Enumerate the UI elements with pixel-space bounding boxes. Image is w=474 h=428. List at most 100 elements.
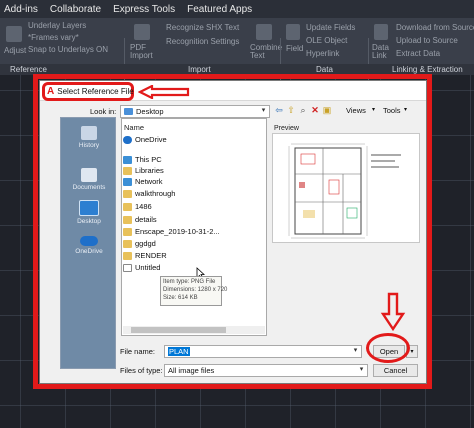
extract-data-button[interactable]: Extract Data bbox=[396, 49, 440, 58]
list-item[interactable]: OneDrive bbox=[123, 134, 266, 145]
menu-collaborate[interactable]: Collaborate bbox=[50, 4, 101, 15]
field-button[interactable]: Field bbox=[286, 44, 303, 53]
cloud-icon bbox=[80, 236, 98, 246]
pdf-import-button[interactable]: PDF Import bbox=[130, 44, 160, 60]
select-reference-file-dialog: A Select Reference File Look in: Desktop… bbox=[39, 80, 427, 384]
list-item-label: Enscape_2019-10-31-2... bbox=[135, 227, 220, 236]
files-of-type-dropdown[interactable]: All image files ▾ bbox=[164, 364, 368, 377]
computer-icon bbox=[123, 155, 132, 164]
place-documents-label: Documents bbox=[72, 184, 106, 191]
group-label-import: Import bbox=[188, 65, 211, 74]
combine-text-button[interactable]: Combine Text bbox=[250, 44, 282, 60]
tooltip-item-type: Item type: PNG File bbox=[163, 279, 216, 285]
menu-add-ins[interactable]: Add-ins bbox=[4, 4, 38, 15]
list-item[interactable]: walkthrough bbox=[123, 188, 266, 199]
tools-chevron-icon: ▾ bbox=[404, 107, 408, 113]
cancel-button[interactable]: Cancel bbox=[373, 364, 418, 377]
autocad-logo-icon: A bbox=[47, 85, 55, 97]
views-menu[interactable]: Views bbox=[346, 106, 366, 115]
preview-label: Preview bbox=[274, 125, 299, 132]
group-label-linking: Linking & Extraction bbox=[392, 65, 463, 74]
place-history-label: History bbox=[78, 142, 100, 149]
delete-icon[interactable]: ✕ bbox=[310, 105, 320, 115]
list-item-label: walkthrough bbox=[135, 189, 176, 198]
file-info-tooltip: Item type: PNG File Dimensions: 1280 x 7… bbox=[160, 276, 227, 306]
tools-menu[interactable]: Tools bbox=[383, 106, 401, 115]
list-item[interactable]: This PC bbox=[123, 154, 266, 165]
column-header-name[interactable]: Name bbox=[124, 123, 144, 132]
list-item[interactable]: RENDER bbox=[123, 250, 266, 261]
adjust-icon[interactable] bbox=[6, 26, 22, 42]
list-item[interactable]: details bbox=[123, 214, 266, 225]
place-history[interactable]: History bbox=[61, 126, 117, 149]
recognize-shx-button[interactable]: Recognize SHX Text bbox=[166, 23, 239, 32]
menu-bar: Add-ins Collaborate Express Tools Featur… bbox=[0, 0, 474, 18]
back-icon[interactable]: ⇦ bbox=[274, 105, 284, 115]
adjust-button[interactable]: Adjust bbox=[4, 46, 26, 55]
folder-icon bbox=[123, 189, 132, 198]
place-documents[interactable]: Documents bbox=[61, 168, 117, 191]
dialog-title: Select Reference File bbox=[57, 87, 134, 96]
folder-icon bbox=[123, 251, 132, 260]
download-from-source-button[interactable]: Download from Source bbox=[396, 23, 474, 32]
folder-icon bbox=[123, 227, 132, 236]
desktop-icon bbox=[124, 108, 133, 115]
list-item[interactable]: Enscape_2019-10-31-2... bbox=[123, 226, 266, 237]
look-in-label: Look in: bbox=[90, 107, 117, 116]
dialog-title-highlight: A Select Reference File bbox=[42, 82, 134, 101]
list-item[interactable]: 1486 bbox=[123, 201, 266, 212]
file-name-input[interactable]: PLAN ▾ bbox=[164, 345, 362, 358]
data-link-button[interactable]: Data Link bbox=[372, 44, 394, 60]
list-item-label: Libraries bbox=[135, 166, 164, 175]
down-arrow-icon bbox=[380, 292, 406, 332]
chevron-down-icon: ▾ bbox=[353, 347, 358, 354]
upload-to-source-button[interactable]: Upload to Source bbox=[396, 36, 458, 45]
image-file-icon bbox=[123, 263, 132, 272]
file-name-value: PLAN bbox=[168, 347, 190, 356]
folder-icon bbox=[123, 166, 132, 175]
group-label-reference: Reference bbox=[10, 65, 47, 74]
snap-to-underlays-toggle[interactable]: Snap to Underlays ON bbox=[28, 45, 108, 54]
horizontal-scrollbar[interactable] bbox=[123, 326, 265, 334]
network-icon bbox=[123, 177, 132, 186]
scrollbar-thumb[interactable] bbox=[131, 327, 226, 333]
list-item-label: 1486 bbox=[135, 202, 152, 211]
folder-icon bbox=[123, 215, 132, 224]
look-in-dropdown[interactable]: Desktop ▾ bbox=[120, 105, 270, 118]
open-button-highlight bbox=[366, 333, 410, 363]
list-item[interactable]: Untitled bbox=[123, 262, 266, 273]
left-arrow-icon bbox=[138, 85, 190, 99]
list-item-label: This PC bbox=[135, 155, 162, 164]
list-item-label: details bbox=[135, 215, 157, 224]
field-icon[interactable] bbox=[286, 24, 300, 40]
place-desktop[interactable]: Desktop bbox=[61, 200, 117, 225]
hyperlink-button[interactable]: Hyperlink bbox=[306, 49, 339, 58]
search-web-icon[interactable]: ⌕ bbox=[298, 105, 308, 115]
underlay-layers-button[interactable]: Underlay Layers bbox=[28, 21, 86, 30]
place-onedrive[interactable]: OneDrive bbox=[61, 236, 117, 255]
combine-text-icon[interactable] bbox=[256, 24, 272, 40]
recognition-settings-button[interactable]: Recognition Settings bbox=[166, 37, 239, 46]
pdf-import-icon[interactable] bbox=[134, 24, 150, 40]
list-item-label: Untitled bbox=[135, 263, 161, 272]
tooltip-size: Size: 614 KB bbox=[163, 295, 198, 301]
list-item-label: ggdgd bbox=[135, 239, 156, 248]
data-link-icon[interactable] bbox=[374, 24, 388, 40]
history-icon bbox=[81, 126, 97, 140]
dialog-titlebar: A Select Reference File bbox=[40, 81, 426, 101]
menu-express-tools[interactable]: Express Tools bbox=[113, 4, 175, 15]
list-item[interactable]: Libraries bbox=[123, 165, 266, 176]
frames-vary-dropdown[interactable]: *Frames vary* bbox=[28, 33, 79, 42]
list-item[interactable]: Network bbox=[123, 176, 266, 187]
file-name-label: File name: bbox=[120, 347, 156, 356]
list-item[interactable]: ggdgd bbox=[123, 238, 266, 249]
ole-object-button[interactable]: OLE Object bbox=[306, 36, 347, 45]
menu-featured-apps[interactable]: Featured Apps bbox=[187, 4, 252, 15]
new-folder-icon[interactable]: ▣ bbox=[322, 105, 332, 115]
up-folder-icon[interactable]: ⇧ bbox=[286, 105, 296, 115]
group-label-data: Data bbox=[316, 65, 333, 74]
list-item-label: RENDER bbox=[135, 251, 167, 260]
look-in-value: Desktop bbox=[136, 107, 164, 116]
files-of-type-label: Files of type: bbox=[120, 366, 163, 375]
update-fields-button[interactable]: Update Fields bbox=[306, 23, 355, 32]
